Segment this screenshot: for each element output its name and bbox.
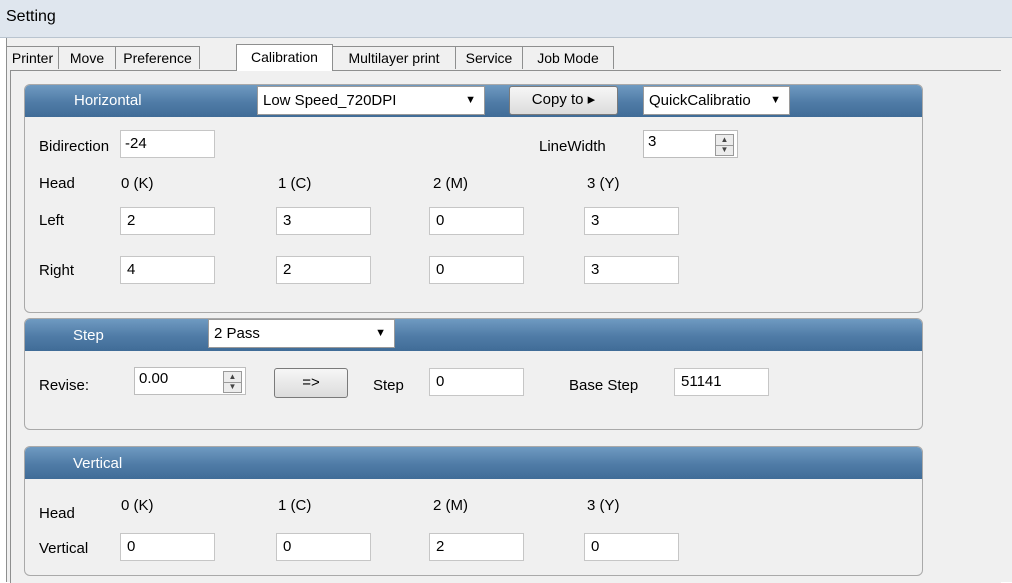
step-title: Step bbox=[73, 327, 104, 344]
step-input[interactable]: 0 bbox=[429, 368, 524, 396]
pass-dropdown-value: 2 Pass bbox=[214, 325, 260, 342]
tab-preference[interactable]: Preference bbox=[115, 46, 200, 69]
spinner-buttons[interactable]: ▲ ▼ bbox=[223, 371, 242, 393]
head-k-label: 0 (K) bbox=[121, 175, 154, 192]
vertical-head-c-label: 1 (C) bbox=[278, 497, 312, 514]
vertical-panel-header: Vertical bbox=[25, 447, 922, 479]
vertical-m-input[interactable]: 2 bbox=[429, 533, 524, 561]
revise-spinner[interactable]: 0.00 ▲ ▼ bbox=[134, 367, 246, 395]
step-label: Step bbox=[373, 377, 404, 394]
vertical-head-k-label: 0 (K) bbox=[121, 497, 154, 514]
right-y-input[interactable]: 3 bbox=[584, 256, 679, 284]
revise-label: Revise: bbox=[39, 377, 90, 394]
vertical-head-m-label: 2 (M) bbox=[433, 497, 468, 514]
tab-service[interactable]: Service bbox=[455, 46, 523, 69]
linewidth-label: LineWidth bbox=[539, 138, 606, 155]
speed-dropdown-value: Low Speed_720DPI bbox=[263, 92, 397, 109]
window-title: Setting bbox=[6, 8, 56, 25]
chevron-down-icon: ▼ bbox=[465, 94, 476, 106]
vertical-row-label: Vertical bbox=[39, 540, 89, 557]
spin-down-icon[interactable]: ▼ bbox=[224, 382, 241, 392]
left-label: Left bbox=[39, 212, 65, 229]
tab-move[interactable]: Move bbox=[58, 46, 116, 69]
right-k-input[interactable]: 4 bbox=[120, 256, 215, 284]
horizontal-title: Horizontal bbox=[74, 92, 142, 109]
vertical-k-input[interactable]: 0 bbox=[120, 533, 215, 561]
bidirection-label: Bidirection bbox=[39, 138, 110, 155]
quick-calibration-dropdown[interactable]: QuickCalibratio ▼ bbox=[643, 86, 790, 115]
step-panel-header: Step bbox=[25, 319, 922, 351]
tab-multilayer-print[interactable]: Multilayer print bbox=[332, 46, 456, 69]
spin-down-icon[interactable]: ▼ bbox=[716, 145, 733, 155]
vertical-c-input[interactable]: 0 bbox=[276, 533, 371, 561]
head-y-label: 3 (Y) bbox=[587, 175, 620, 192]
head-c-label: 1 (C) bbox=[278, 175, 312, 192]
apply-step-button[interactable]: => bbox=[274, 368, 348, 398]
window-titlebar: Setting bbox=[0, 0, 1012, 38]
copy-to-button[interactable]: Copy to ▸ bbox=[509, 86, 618, 115]
tab-calibration[interactable]: Calibration bbox=[236, 44, 333, 71]
tab-printer[interactable]: Printer bbox=[6, 46, 59, 69]
revise-value: 0.00 bbox=[139, 370, 169, 387]
vertical-y-input[interactable]: 0 bbox=[584, 533, 679, 561]
chevron-down-icon: ▼ bbox=[770, 94, 781, 106]
head-label: Head bbox=[39, 175, 75, 192]
speed-dropdown[interactable]: Low Speed_720DPI ▼ bbox=[257, 86, 485, 115]
left-m-input[interactable]: 0 bbox=[429, 207, 524, 235]
vertical-title: Vertical bbox=[73, 455, 123, 472]
left-y-input[interactable]: 3 bbox=[584, 207, 679, 235]
right-label: Right bbox=[39, 262, 75, 279]
base-step-input[interactable]: 51141 bbox=[674, 368, 769, 396]
linewidth-value: 3 bbox=[648, 133, 657, 150]
vertical-head-label: Head bbox=[39, 505, 75, 522]
quick-calibration-value: QuickCalibratio bbox=[649, 92, 751, 109]
tab-job-mode[interactable]: Job Mode bbox=[522, 46, 614, 69]
bidirection-input[interactable]: -24 bbox=[120, 130, 215, 158]
base-step-label: Base Step bbox=[569, 377, 639, 394]
linewidth-spinner[interactable]: 3 ▲ ▼ bbox=[643, 130, 738, 158]
vertical-head-y-label: 3 (Y) bbox=[587, 497, 620, 514]
left-k-input[interactable]: 2 bbox=[120, 207, 215, 235]
pass-dropdown[interactable]: 2 Pass ▼ bbox=[208, 319, 395, 348]
chevron-down-icon: ▼ bbox=[375, 327, 386, 339]
head-m-label: 2 (M) bbox=[433, 175, 468, 192]
left-c-input[interactable]: 3 bbox=[276, 207, 371, 235]
right-c-input[interactable]: 2 bbox=[276, 256, 371, 284]
spinner-buttons[interactable]: ▲ ▼ bbox=[715, 134, 734, 156]
right-m-input[interactable]: 0 bbox=[429, 256, 524, 284]
